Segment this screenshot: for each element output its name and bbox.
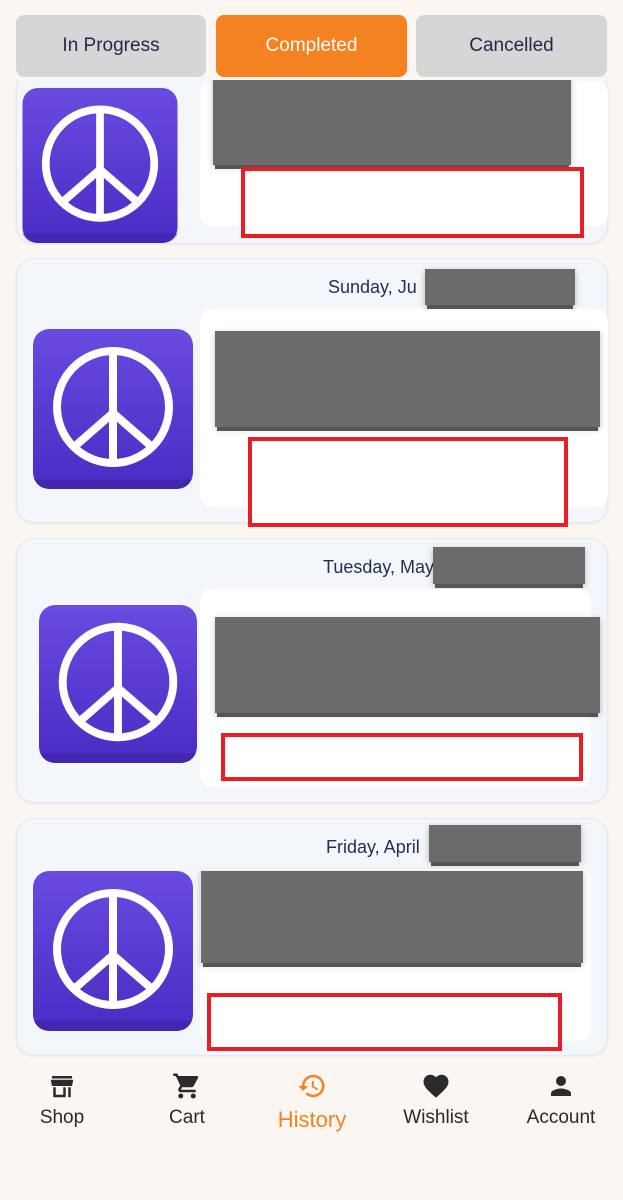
- tab-in-progress[interactable]: In Progress: [16, 15, 206, 77]
- redacted-text: [215, 617, 600, 713]
- order-card[interactable]: Sunday, Ju: [16, 258, 608, 527]
- nav-cart[interactable]: Cart: [137, 1071, 237, 1129]
- peace-sign-icon: [21, 88, 179, 243]
- nav-wishlist-label: Wishlist: [403, 1107, 469, 1128]
- nav-account[interactable]: Account: [511, 1071, 611, 1129]
- nav-history-label: History: [277, 1107, 347, 1132]
- peace-sign-icon: [33, 871, 193, 1031]
- tab-completed[interactable]: Completed: [216, 15, 407, 77]
- nav-history[interactable]: History: [262, 1071, 362, 1133]
- nav-cart-label: Cart: [169, 1107, 205, 1128]
- annotation-box: [221, 733, 583, 781]
- redacted-text: [201, 871, 583, 963]
- nav-shop-label: Shop: [39, 1107, 85, 1128]
- nav-shop[interactable]: Shop: [12, 1071, 112, 1129]
- annotation-box: [248, 437, 568, 527]
- account-icon: [551, 1076, 571, 1096]
- store-icon: [50, 1076, 74, 1098]
- redacted-date: [429, 825, 581, 862]
- order-card[interactable]: Tuesday, May: [16, 538, 608, 803]
- order-card[interactable]: Friday, April: [16, 818, 608, 1056]
- status-tabs: In Progress Completed Cancelled: [0, 0, 623, 80]
- peace-sign-icon: [39, 605, 197, 763]
- order-date: Tuesday, May: [323, 557, 435, 577]
- redacted-text: [215, 331, 600, 427]
- history-icon: [298, 1074, 325, 1098]
- annotation-box: [207, 993, 562, 1051]
- order-card[interactable]: [16, 70, 608, 244]
- cart-icon: [173, 1073, 199, 1099]
- nav-wishlist[interactable]: Wishlist: [386, 1071, 486, 1129]
- nav-account-label: Account: [526, 1107, 596, 1128]
- annotation-box: [241, 167, 584, 238]
- redacted-text: [213, 77, 571, 165]
- heart-icon: [423, 1074, 449, 1098]
- order-date: Friday, April: [326, 837, 420, 857]
- tab-cancelled[interactable]: Cancelled: [416, 15, 607, 77]
- bottom-navigation: Shop Cart History Wishlist Account: [0, 1057, 623, 1200]
- peace-sign-icon: [33, 329, 193, 489]
- redacted-date: [433, 547, 585, 584]
- redacted-date: [425, 269, 575, 305]
- order-date: Sunday, Ju: [328, 277, 417, 297]
